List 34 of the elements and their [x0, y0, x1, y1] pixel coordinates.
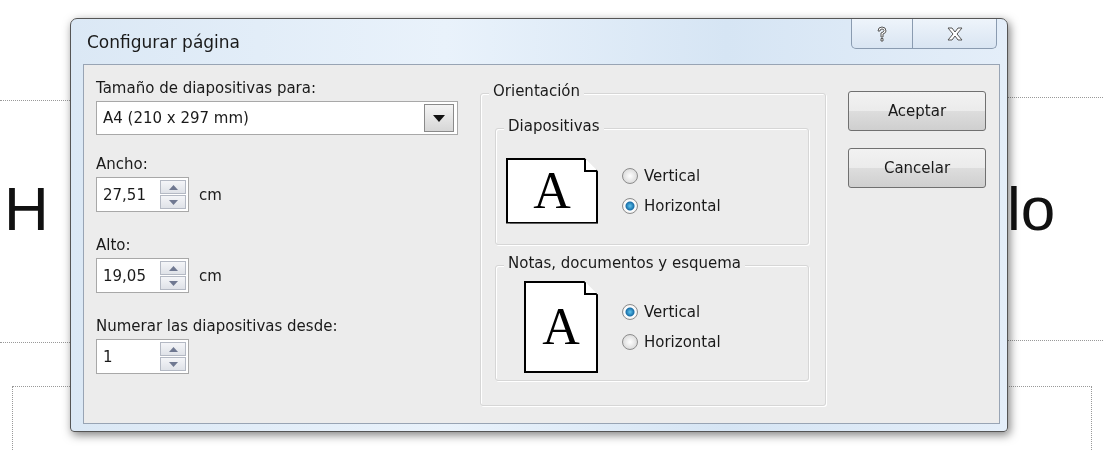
radio-option[interactable]: Horizontal [622, 333, 721, 351]
option-label: Horizontal [644, 333, 721, 351]
dialog-button[interactable]: Aceptar [848, 91, 986, 131]
radio-button[interactable] [622, 304, 638, 320]
size-dropdown[interactable]: A4 (210 x 297 mm) [96, 101, 458, 135]
group-title: Diapositivas [504, 117, 604, 135]
field-label: Numerar las diapositivas desde: [96, 317, 339, 335]
radio-option[interactable]: Vertical [622, 303, 721, 321]
close-icon [945, 26, 964, 41]
dropdown-button[interactable] [424, 104, 454, 132]
unit-label: cm [199, 185, 222, 204]
slide-title: H [4, 178, 49, 240]
option-label: Horizontal [644, 196, 721, 215]
window-title: Configurar página [87, 32, 241, 52]
help-icon [875, 24, 889, 43]
radio-button[interactable] [622, 167, 638, 184]
dialog-button[interactable]: Cancelar [848, 148, 986, 188]
radio-option[interactable]: Vertical [622, 166, 721, 185]
help-button[interactable] [851, 19, 913, 49]
field-label: Alto: [96, 236, 132, 254]
page-icon: A [506, 157, 598, 224]
caret-icon [433, 114, 445, 122]
radio-option[interactable]: Horizontal [622, 196, 721, 215]
group-title: Notas, documentos y esquema [504, 254, 745, 272]
slide-title: lo [1007, 178, 1056, 240]
unit-label: cm [199, 266, 222, 285]
page-icon: A [524, 281, 598, 373]
close-button[interactable] [913, 19, 997, 49]
option-label: Vertical [644, 166, 701, 185]
radio-button[interactable] [622, 334, 638, 350]
field-label: Tamaño de diapositivas para: [96, 79, 318, 97]
field-label: Ancho: [96, 155, 149, 173]
radio-button[interactable] [622, 197, 638, 214]
option-label: Vertical [644, 303, 701, 321]
